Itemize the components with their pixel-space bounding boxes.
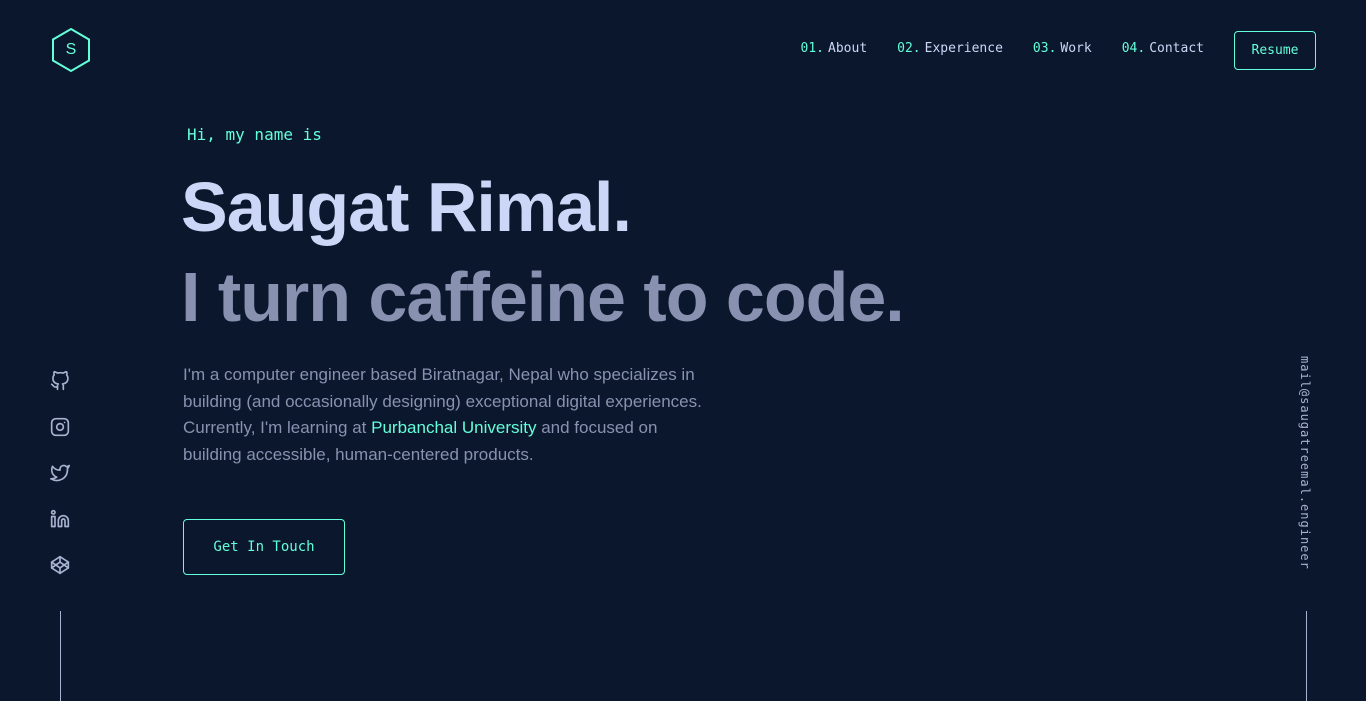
nav-number: 02. xyxy=(897,41,921,56)
codepen-icon[interactable] xyxy=(48,554,72,576)
twitter-icon[interactable] xyxy=(48,462,72,484)
social-divider-line xyxy=(60,611,61,701)
university-link[interactable]: Purbanchal University xyxy=(371,418,536,437)
hero-tagline: I turn caffeine to code. xyxy=(181,258,905,336)
nav-item-contact[interactable]: 04. Contact xyxy=(1122,41,1204,56)
resume-button[interactable]: Resume xyxy=(1234,31,1316,70)
main-nav: 01. About 02. Experience 03. Work 04. Contac… xyxy=(801,41,1204,56)
social-links xyxy=(48,370,72,576)
logo-letter: S xyxy=(65,41,77,58)
nav-number: 01. xyxy=(800,41,825,56)
nav-label: Work xyxy=(1060,41,1092,56)
nav-number: 03. xyxy=(1032,41,1057,56)
get-in-touch-button[interactable]: Get In Touch xyxy=(183,519,345,575)
greeting-text: Hi, my name is xyxy=(187,125,322,144)
nav-number: 04. xyxy=(1121,41,1146,56)
nav-label: Contact xyxy=(1149,41,1204,56)
email-divider-line xyxy=(1306,611,1307,701)
nav-item-work[interactable]: 03. Work xyxy=(1033,41,1092,56)
instagram-icon[interactable] xyxy=(48,416,72,438)
logo[interactable]: S xyxy=(50,27,92,73)
github-icon[interactable] xyxy=(48,370,72,392)
nav-item-experience[interactable]: 02. Experience xyxy=(897,41,1003,56)
nav-item-about[interactable]: 01. About xyxy=(801,41,868,56)
linkedin-icon[interactable] xyxy=(48,508,72,530)
hero-name: Saugat Rimal. xyxy=(181,168,632,246)
nav-label: About xyxy=(828,41,868,56)
email-link[interactable]: mail@saugatreemal.engineer xyxy=(1298,356,1312,570)
hero-bio: I'm a computer engineer based Biratnagar… xyxy=(183,362,703,468)
nav-label: Experience xyxy=(924,41,1003,56)
